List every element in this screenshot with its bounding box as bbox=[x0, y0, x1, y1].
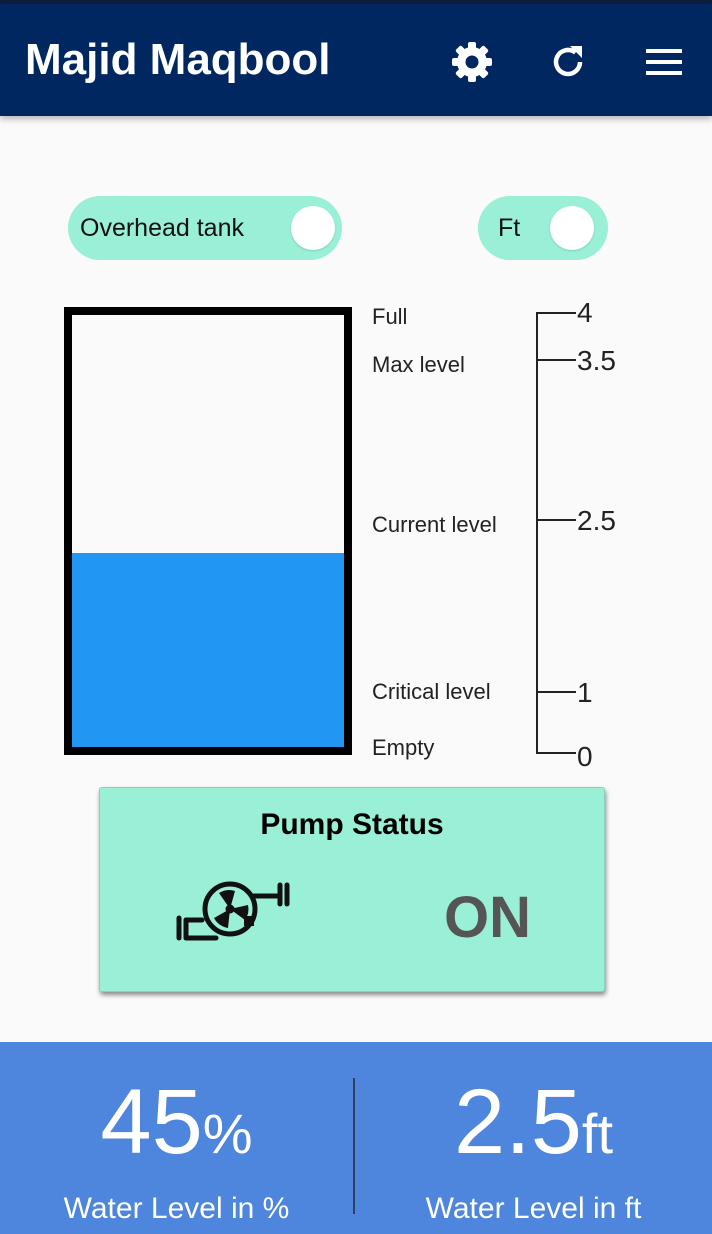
feet-stat: 2.5ft Water Level in ft bbox=[357, 1074, 710, 1226]
water-level-footer: 45% Water Level in % 2.5ft Water Level i… bbox=[0, 1042, 712, 1234]
label-full: Full bbox=[372, 304, 408, 329]
scale-tick-label: 1 bbox=[577, 677, 593, 708]
feet-value: 2.5 bbox=[453, 1071, 582, 1173]
scale-tick bbox=[536, 691, 576, 693]
percent-value: 45 bbox=[100, 1071, 203, 1173]
unit-toggle-label: Ft bbox=[498, 214, 521, 242]
app-title: Majid Maqbool bbox=[25, 35, 331, 84]
scale-tick-label: 2.5 bbox=[577, 505, 616, 536]
pump-status-title: Pump Status bbox=[260, 808, 444, 841]
tank-toggle-knob bbox=[291, 206, 335, 250]
water-fill bbox=[72, 552, 344, 747]
scale-tick bbox=[536, 752, 576, 754]
gear-icon bbox=[452, 42, 492, 82]
feet-caption: Water Level in ft bbox=[425, 1192, 642, 1225]
percent-stat-value: 45% bbox=[0, 1074, 353, 1182]
water-tank bbox=[64, 307, 352, 755]
unit-toggle[interactable]: Ft bbox=[478, 196, 608, 260]
scale-tick-label: 0 bbox=[577, 741, 593, 772]
label-max-level: Max level bbox=[372, 352, 465, 377]
label-critical-level: Critical level bbox=[372, 679, 491, 704]
label-current-level: Current level bbox=[372, 512, 497, 537]
scale-tick-label: 3.5 bbox=[577, 345, 616, 376]
unit-toggle-knob bbox=[550, 206, 594, 250]
pump-icon bbox=[176, 881, 290, 941]
tank-toggle-label: Overhead tank bbox=[80, 214, 244, 242]
menu-button[interactable] bbox=[642, 40, 686, 84]
pump-status-card: Pump Status ON bbox=[99, 787, 605, 992]
scale-tick bbox=[536, 312, 576, 314]
scale-tick bbox=[536, 359, 576, 361]
scale-tick-label: 4 bbox=[577, 297, 593, 328]
percent-caption: Water Level in % bbox=[63, 1192, 290, 1225]
scale-tick bbox=[536, 519, 576, 521]
refresh-icon bbox=[553, 46, 583, 77]
scale-axis bbox=[536, 312, 538, 754]
refresh-button[interactable] bbox=[546, 40, 590, 84]
app-bar: Majid Maqbool bbox=[0, 4, 712, 116]
percent-unit: % bbox=[202, 1102, 253, 1165]
menu-icon bbox=[646, 49, 682, 75]
settings-button[interactable] bbox=[450, 40, 494, 84]
label-empty: Empty bbox=[372, 735, 435, 760]
feet-stat-value: 2.5ft bbox=[357, 1074, 710, 1182]
tank-toggle[interactable]: Overhead tank bbox=[68, 196, 342, 260]
footer-divider bbox=[353, 1078, 355, 1214]
percent-stat: 45% Water Level in % bbox=[0, 1074, 353, 1226]
pump-state: ON bbox=[444, 885, 531, 950]
feet-unit: ft bbox=[581, 1102, 614, 1165]
